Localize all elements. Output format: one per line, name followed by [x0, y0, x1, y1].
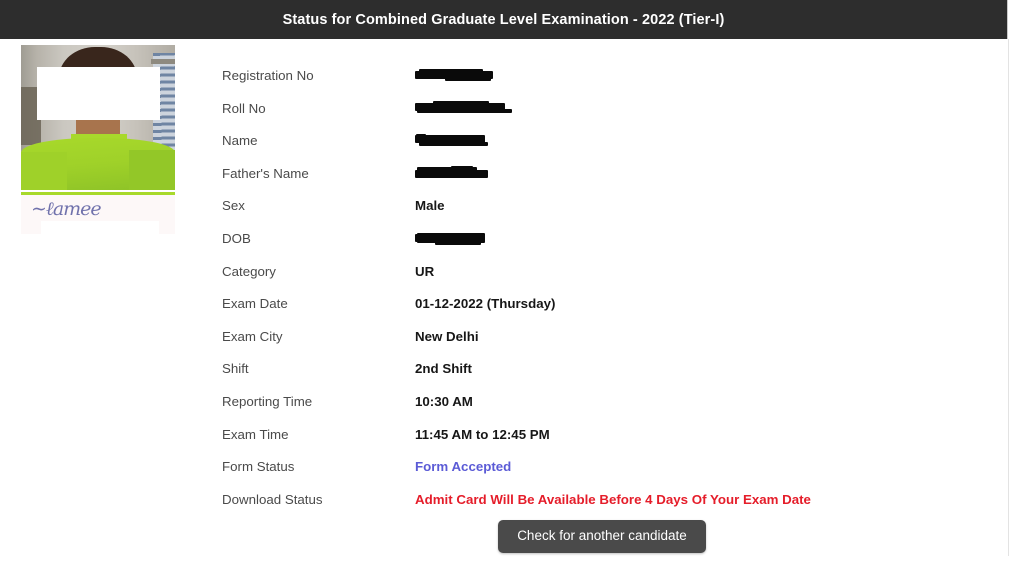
face-redaction-rectangle: [37, 67, 160, 120]
value-exam-city: New Delhi: [415, 328, 479, 344]
label-sex: Sex: [222, 198, 245, 214]
value-fathers-name: [415, 164, 982, 185]
check-another-candidate-button[interactable]: Check for another candidate: [498, 520, 706, 553]
label-exam-city: Exam City: [222, 328, 283, 344]
candidate-shirt-left: [21, 152, 67, 190]
detail-row-reporting-time: Reporting Time 10:30 AM: [222, 392, 982, 425]
label-exam-time: Exam Time: [222, 426, 289, 442]
signature-ink: ∼ℓ𝑎𝑚𝑒𝑒: [31, 198, 102, 220]
label-category: Category: [222, 263, 276, 279]
label-dob: DOB: [222, 230, 251, 246]
value-sex: Male: [415, 198, 445, 214]
candidate-photo: [21, 45, 175, 190]
value-roll-no: [415, 99, 982, 120]
label-shift: Shift: [222, 361, 249, 377]
redaction-fathers-name: [415, 165, 490, 181]
value-exam-date: 01-12-2022 (Thursday): [415, 296, 556, 312]
label-exam-date: Exam Date: [222, 296, 288, 312]
page-header: Status for Combined Graduate Level Exami…: [0, 0, 1008, 39]
photo-curtain-rod: [151, 59, 175, 64]
detail-row-shift: Shift 2nd Shift: [222, 359, 982, 392]
candidate-shirt-right: [129, 150, 175, 190]
label-reporting-time: Reporting Time: [222, 393, 313, 409]
detail-row-exam-city: Exam City New Delhi: [222, 327, 982, 360]
detail-row-sex: Sex Male: [222, 196, 982, 229]
candidate-signature: ∼ℓ𝑎𝑚𝑒𝑒: [21, 192, 175, 234]
redaction-dob: [415, 231, 489, 246]
label-registration-no: Registration No: [222, 68, 314, 83]
signature-lower-mask: [41, 221, 159, 234]
redaction-name: [415, 133, 488, 148]
detail-row-exam-time: Exam Time 11:45 AM to 12:45 PM: [222, 425, 982, 458]
signature-top-strip: [21, 192, 175, 195]
label-name: Name: [222, 133, 258, 149]
detail-row-fathers-name: Father's Name: [222, 164, 982, 197]
redaction-registration-no: [415, 68, 493, 83]
detail-row-form-status: Form Status Form Accepted: [222, 457, 982, 490]
value-dob: [415, 229, 982, 250]
value-category: UR: [415, 263, 435, 279]
detail-row-dob: DOB: [222, 229, 982, 262]
status-badge-form-status: Form Accepted: [415, 459, 512, 475]
status-page: Status for Combined Graduate Level Exami…: [0, 0, 1024, 565]
detail-row-registration-no: Registration No: [222, 66, 982, 99]
action-bar: Check for another candidate: [222, 520, 982, 553]
redaction-roll-no: [415, 100, 512, 116]
detail-row-download-status: Download Status Admit Card Will Be Avail…: [222, 490, 982, 523]
value-registration-no: [415, 66, 982, 87]
value-exam-time: 11:45 AM to 12:45 PM: [415, 426, 550, 442]
value-reporting-time: 10:30 AM: [415, 393, 473, 409]
detail-row-name: Name: [222, 131, 982, 164]
label-form-status: Form Status: [222, 459, 295, 475]
candidate-details: Registration No Roll No Name Father's Na…: [222, 66, 982, 522]
scrollbar-gutter[interactable]: [1009, 0, 1024, 565]
value-name: [415, 131, 982, 152]
label-fathers-name: Father's Name: [222, 165, 309, 181]
status-badge-download-status: Admit Card Will Be Available Before 4 Da…: [415, 491, 811, 507]
detail-row-category: Category UR: [222, 262, 982, 295]
detail-row-roll-no: Roll No: [222, 99, 982, 132]
value-shift: 2nd Shift: [415, 361, 472, 377]
candidate-photo-block: ∼ℓ𝑎𝑚𝑒𝑒: [21, 45, 175, 234]
status-card: ∼ℓ𝑎𝑚𝑒𝑒 Registration No Roll No Name Fath…: [0, 39, 1009, 556]
label-roll-no: Roll No: [222, 100, 266, 116]
label-download-status: Download Status: [222, 491, 323, 507]
detail-row-exam-date: Exam Date 01-12-2022 (Thursday): [222, 294, 982, 327]
page-title: Status for Combined Graduate Level Exami…: [282, 11, 725, 28]
